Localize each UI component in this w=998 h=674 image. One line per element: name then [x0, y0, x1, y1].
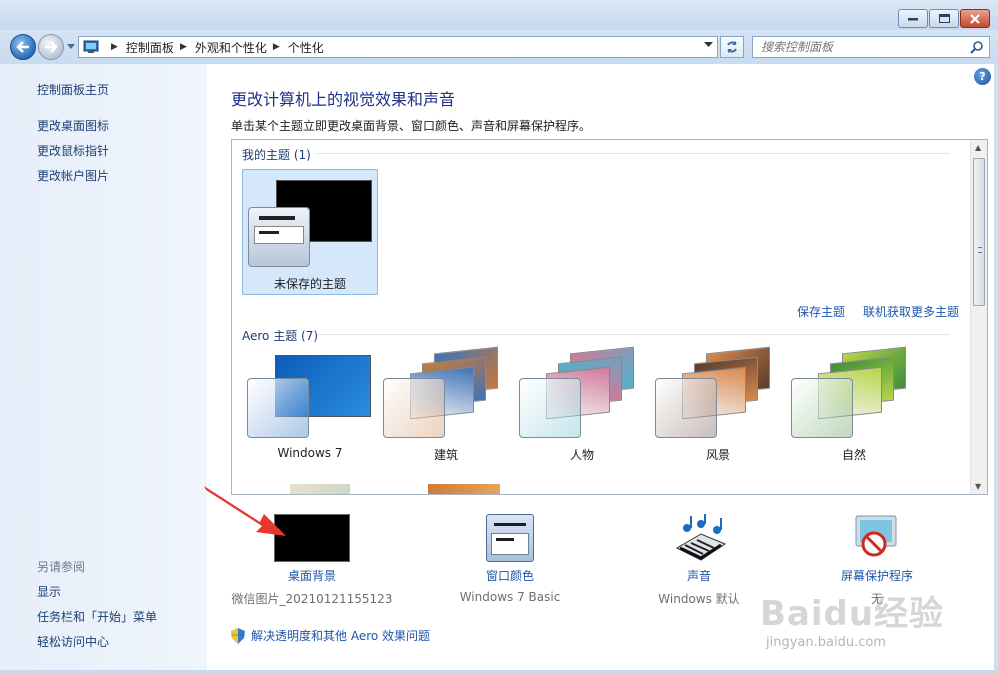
- save-theme-link[interactable]: 保存主题: [797, 303, 845, 320]
- recent-pages-dropdown-icon[interactable]: [67, 44, 75, 49]
- shield-icon: [231, 627, 245, 644]
- theme-window-preview: [247, 378, 309, 438]
- theme-window-preview: [791, 378, 853, 438]
- theme-window-preview: [248, 207, 310, 267]
- desktop-background-value: 微信图片_20210121155123: [231, 592, 393, 606]
- address-dropdown-icon[interactable]: [704, 42, 713, 48]
- theme-list: 我的主题 (1) 未保存的主题 保存主题 联机获取更多主题 Aero 主题 (7…: [231, 139, 988, 495]
- sidebar-link-change-account-picture[interactable]: 更改帐户图片: [37, 167, 109, 184]
- back-button[interactable]: [10, 34, 36, 60]
- theme-thumbnail: [428, 484, 500, 494]
- control-panel-icon: [83, 40, 99, 53]
- theme-item-unsaved[interactable]: 未保存的主题: [242, 169, 378, 295]
- scroll-down-icon[interactable]: ▼: [975, 482, 981, 491]
- arrow-right-icon: [45, 41, 58, 53]
- minimize-button[interactable]: [898, 9, 928, 28]
- breadcrumb-separator-icon[interactable]: ▶: [180, 42, 187, 52]
- window-color-label[interactable]: 窗口颜色: [447, 567, 573, 584]
- aero-troubleshoot[interactable]: 解决透明度和其他 Aero 效果问题: [231, 627, 430, 644]
- breadcrumb-separator-icon[interactable]: ▶: [111, 42, 118, 52]
- watermark: Baidu经验 jingyan.baidu.com: [760, 586, 944, 650]
- sounds-icon: [675, 514, 727, 561]
- desktop-background-label[interactable]: 桌面背景: [237, 567, 387, 584]
- address-bar[interactable]: ▶ 控制面板 ▶ 外观和个性化 ▶ 个性化: [78, 36, 718, 58]
- get-more-themes-online-link[interactable]: 联机获取更多主题: [863, 303, 959, 320]
- theme-name: 风景: [705, 448, 730, 462]
- minimize-icon: [908, 17, 918, 20]
- window-controls: [897, 9, 990, 28]
- sidebar-link-control-panel-home[interactable]: 控制面板主页: [37, 81, 109, 98]
- search-input[interactable]: [761, 40, 961, 54]
- refresh-button[interactable]: [720, 36, 744, 58]
- theme-item-aero[interactable]: 人物: [514, 346, 650, 476]
- main-content: ? 更改计算机上的视觉效果和声音 单击某个主题立即更改桌面背景、窗口颜色、声音和…: [207, 64, 994, 670]
- theme-item-aero[interactable]: Windows 7: [242, 350, 378, 476]
- breadcrumb-personalization[interactable]: 个性化: [288, 39, 324, 56]
- forward-button[interactable]: [38, 34, 64, 60]
- sidebar-link-change-mouse-pointers[interactable]: 更改鼠标指针: [37, 142, 109, 159]
- sidebar-link-ease-of-access[interactable]: 轻松访问中心: [37, 633, 109, 650]
- my-themes-heading: 我的主题 (1): [242, 148, 311, 162]
- theme-links: 保存主题 联机获取更多主题: [797, 303, 959, 320]
- theme-item-aero[interactable]: 自然: [786, 346, 922, 476]
- annotation-arrow-icon: [204, 486, 286, 536]
- window-color-value: Windows 7 Basic: [459, 590, 561, 604]
- title-bar: [0, 0, 998, 30]
- theme-thumbnail: [290, 484, 350, 494]
- sidebar-link-taskbar-start-menu[interactable]: 任务栏和「开始」菜单: [37, 608, 157, 625]
- arrow-left-icon: [16, 41, 29, 53]
- sidebar-link-display[interactable]: 显示: [37, 583, 61, 600]
- refresh-icon: [727, 41, 737, 53]
- search-box[interactable]: [752, 36, 990, 58]
- sidebar-link-change-desktop-icons[interactable]: 更改桌面图标: [37, 117, 109, 134]
- theme-name: 自然: [841, 448, 866, 462]
- theme-window-preview: [655, 378, 717, 438]
- section-divider: [316, 153, 950, 154]
- breadcrumb-control-panel[interactable]: 控制面板: [126, 39, 174, 56]
- navigation-bar: ▶ 控制面板 ▶ 外观和个性化 ▶ 个性化: [0, 30, 998, 64]
- theme-name: 建筑: [433, 448, 458, 462]
- see-also-heading: 另请参阅: [37, 560, 86, 574]
- watermark-url: jingyan.baidu.com: [766, 635, 886, 650]
- window-color-icon: [486, 514, 534, 562]
- theme-name: Windows 7: [277, 446, 343, 460]
- page-subtitle: 单击某个主题立即更改桌面背景、窗口颜色、声音和屏幕保护程序。: [231, 119, 592, 133]
- scrollbar-thumb[interactable]: [973, 158, 985, 306]
- sounds-label[interactable]: 声音: [637, 567, 761, 584]
- breadcrumb-appearance[interactable]: 外观和个性化: [195, 39, 267, 56]
- theme-window-preview: [383, 378, 445, 438]
- theme-name: 未保存的主题: [273, 277, 346, 291]
- section-divider: [318, 334, 950, 335]
- theme-item-aero[interactable]: 建筑: [378, 346, 514, 476]
- window-bottom-border: [0, 670, 998, 674]
- watermark-logo: Baidu经验: [760, 594, 945, 634]
- maximize-button[interactable]: [929, 9, 959, 28]
- page-title: 更改计算机上的视觉效果和声音: [231, 90, 456, 109]
- scroll-up-icon[interactable]: ▲: [975, 143, 981, 152]
- breadcrumb-separator-icon[interactable]: ▶: [273, 42, 280, 52]
- sidebar: 控制面板主页 更改桌面图标 更改鼠标指针 更改帐户图片 另请参阅 显示 任务栏和…: [0, 64, 207, 674]
- screen-saver-icon: [855, 515, 897, 557]
- search-icon[interactable]: [970, 41, 983, 54]
- theme-name: 人物: [569, 448, 594, 462]
- theme-item-aero[interactable]: 风景: [650, 346, 786, 476]
- window-color-setting[interactable]: 窗口颜色 Windows 7 Basic: [447, 514, 573, 604]
- sounds-value: Windows 默认: [658, 592, 740, 606]
- aero-troubleshoot-link[interactable]: 解决透明度和其他 Aero 效果问题: [251, 627, 430, 644]
- aero-themes-heading: Aero 主题 (7): [242, 329, 319, 343]
- screen-saver-label[interactable]: 屏幕保护程序: [807, 567, 947, 584]
- sounds-setting[interactable]: 声音 Windows 默认: [637, 514, 761, 607]
- close-icon: [970, 13, 980, 24]
- maximize-icon: [938, 14, 950, 23]
- theme-list-scrollbar[interactable]: ▲ ▼: [970, 140, 987, 494]
- help-icon[interactable]: ?: [974, 68, 991, 85]
- theme-window-preview: [519, 378, 581, 438]
- close-button[interactable]: [960, 9, 990, 28]
